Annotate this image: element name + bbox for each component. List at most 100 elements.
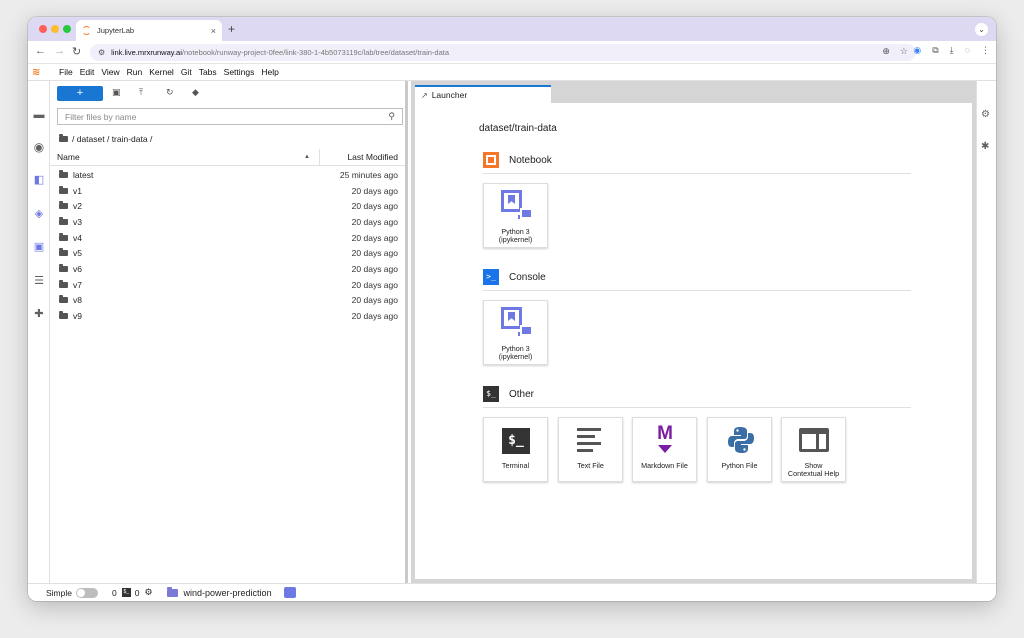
left-activity-bar: ▬ ◉ ◧ ◈ ▣ ☰ ✚ — [28, 81, 50, 583]
folder-icon — [59, 169, 68, 178]
folder-icon — [59, 248, 68, 257]
tab-launcher[interactable]: ↗ Launcher — [415, 85, 551, 103]
file-modified: 20 days ago — [351, 185, 398, 196]
kernels-count[interactable]: 0 — [135, 588, 140, 598]
extension-icon[interactable]: ◉ — [913, 45, 921, 56]
python-file-card[interactable]: Python File — [707, 417, 772, 482]
chevron-down-icon[interactable]: ⌄ — [975, 23, 988, 36]
reload-icon[interactable]: ↻ — [72, 45, 81, 58]
filter-files-field[interactable]: ⚲ — [57, 108, 403, 125]
terminal-icon: $_ — [502, 428, 530, 454]
kernel-gear-icon: ⚙ — [144, 587, 153, 597]
property-inspector-icon[interactable]: ⚙ — [981, 109, 990, 120]
minimize-window-button[interactable] — [51, 25, 59, 33]
file-row-v8[interactable]: v8 20 days ago — [50, 293, 405, 309]
menu-kernel[interactable]: Kernel — [149, 67, 174, 77]
file-row-v2[interactable]: v2 20 days ago — [50, 198, 405, 214]
file-name: latest — [73, 169, 94, 180]
forward-arrow-icon[interactable]: → — [54, 45, 65, 57]
file-modified: 20 days ago — [351, 201, 398, 212]
browser-tab-bar: JupyterLab × + ⌄ — [28, 17, 996, 41]
tab-launcher-label: Launcher — [431, 90, 468, 100]
git-clone-icon[interactable]: ◆ — [192, 87, 199, 98]
close-window-button[interactable] — [39, 25, 47, 33]
maximize-window-button[interactable] — [63, 25, 71, 33]
close-tab-icon[interactable]: × — [211, 26, 216, 36]
zoom-icon[interactable]: ⊕ — [882, 46, 890, 57]
extension-layers-icon[interactable]: ◈ — [33, 208, 45, 220]
breadcrumb[interactable]: / dataset / train-data / — [59, 134, 152, 144]
text-file-icon — [577, 428, 605, 454]
terminal-card[interactable]: $_ Terminal — [483, 417, 548, 482]
file-name: v1 — [73, 185, 82, 196]
markdown-file-card[interactable]: M Markdown File — [632, 417, 697, 482]
site-info-icon[interactable]: ⚙ — [98, 48, 105, 57]
launcher-panel: dataset/train-data Notebook Python 3 (ip… — [415, 103, 972, 579]
runway-badge-icon[interactable] — [283, 587, 296, 598]
file-row-v9[interactable]: v9 20 days ago — [50, 308, 405, 324]
column-header-name-label: Name — [57, 152, 80, 162]
new-launcher-button[interactable]: + — [57, 86, 103, 101]
file-modified: 20 days ago — [351, 263, 398, 274]
menu-view[interactable]: View — [101, 67, 119, 77]
folder-icon[interactable]: ▬ — [33, 109, 45, 121]
refresh-icon[interactable]: ↻ — [166, 87, 174, 98]
breadcrumb-path[interactable]: / dataset / train-data / — [72, 134, 152, 144]
main-dock-area: ↗ Launcher dataset/train-data Notebook P… — [411, 81, 976, 583]
upload-icon[interactable]: ⤒ — [139, 87, 143, 98]
menu-help[interactable]: Help — [261, 67, 278, 77]
file-row-v7[interactable]: v7 20 days ago — [50, 277, 405, 293]
file-name: v8 — [73, 295, 82, 306]
menu-tabs[interactable]: Tabs — [199, 67, 217, 77]
column-header-modified[interactable]: Last Modified — [320, 152, 405, 162]
terminals-count[interactable]: 0 — [112, 588, 117, 598]
column-header-name[interactable]: Name ▲ — [50, 149, 320, 165]
download-icon[interactable]: ⤓ — [950, 45, 954, 56]
contextual-help-card[interactable]: Show Contextual Help — [781, 417, 846, 482]
address-bar[interactable]: ⚙ link.live.mrxrunway.ai /notebook/runwa… — [90, 44, 916, 61]
filter-files-input[interactable] — [65, 111, 389, 122]
toc-icon[interactable]: ☰ — [33, 275, 45, 287]
file-row-v4[interactable]: v4 20 days ago — [50, 230, 405, 246]
file-modified: 25 minutes ago — [339, 169, 398, 180]
file-row-v6[interactable]: v6 20 days ago — [50, 261, 405, 277]
back-arrow-icon[interactable]: ← — [35, 45, 46, 57]
file-row-v5[interactable]: v5 20 days ago — [50, 245, 405, 261]
browser-tab-jupyterlab[interactable]: JupyterLab × — [76, 20, 222, 41]
new-tab-button[interactable]: + — [228, 22, 235, 36]
notebook-python3-card[interactable]: Python 3 (ipykernel) — [483, 183, 548, 248]
profile-icon[interactable]: ◌ — [965, 45, 970, 56]
git-icon[interactable]: ◧ — [33, 174, 45, 186]
file-list: latest 25 minutes ago v1 20 days ago v2 20 … — [50, 167, 405, 324]
new-folder-icon[interactable]: ▣ — [112, 87, 121, 98]
browser-tab-title: JupyterLab — [97, 26, 135, 35]
terminal-icon: $_ — [483, 386, 499, 402]
extensions-puzzle-icon[interactable]: ⧉ — [932, 45, 938, 56]
file-row-latest[interactable]: latest 25 minutes ago — [50, 167, 405, 183]
project-name[interactable]: wind-power-prediction — [184, 588, 272, 598]
menu-edit[interactable]: Edit — [80, 67, 95, 77]
menu-run[interactable]: Run — [127, 67, 143, 77]
jupyter-menubar: ≋ File Edit View Run Kernel Git Tabs Set… — [28, 64, 996, 81]
menu-file[interactable]: File — [59, 67, 73, 77]
debugger-icon[interactable]: ✱ — [981, 141, 989, 152]
menu-settings[interactable]: Settings — [224, 67, 255, 77]
file-row-v1[interactable]: v1 20 days ago — [50, 183, 405, 199]
puzzle-icon[interactable]: ✚ — [33, 308, 45, 320]
bookmark-star-icon[interactable]: ☆ — [900, 46, 908, 57]
url-host: link.live.mrxrunway.ai — [111, 48, 182, 57]
file-row-v3[interactable]: v3 20 days ago — [50, 214, 405, 230]
right-activity-bar: ⚙ ✱ — [976, 81, 996, 583]
text-file-card[interactable]: Text File — [558, 417, 623, 482]
file-modified: 20 days ago — [351, 295, 398, 306]
sort-caret-up-icon: ▲ — [304, 154, 310, 160]
kebab-menu-icon[interactable]: ⋮ — [981, 45, 990, 56]
file-name: v2 — [73, 201, 82, 212]
running-icon[interactable]: ◉ — [33, 141, 45, 153]
console-python3-card[interactable]: Python 3 (ipykernel) — [483, 300, 548, 365]
folder-icon — [59, 232, 68, 241]
runway-icon[interactable]: ▣ — [33, 241, 45, 253]
menu-git[interactable]: Git — [181, 67, 192, 77]
notebook-icon — [483, 152, 499, 168]
simple-mode-toggle[interactable] — [75, 587, 98, 598]
